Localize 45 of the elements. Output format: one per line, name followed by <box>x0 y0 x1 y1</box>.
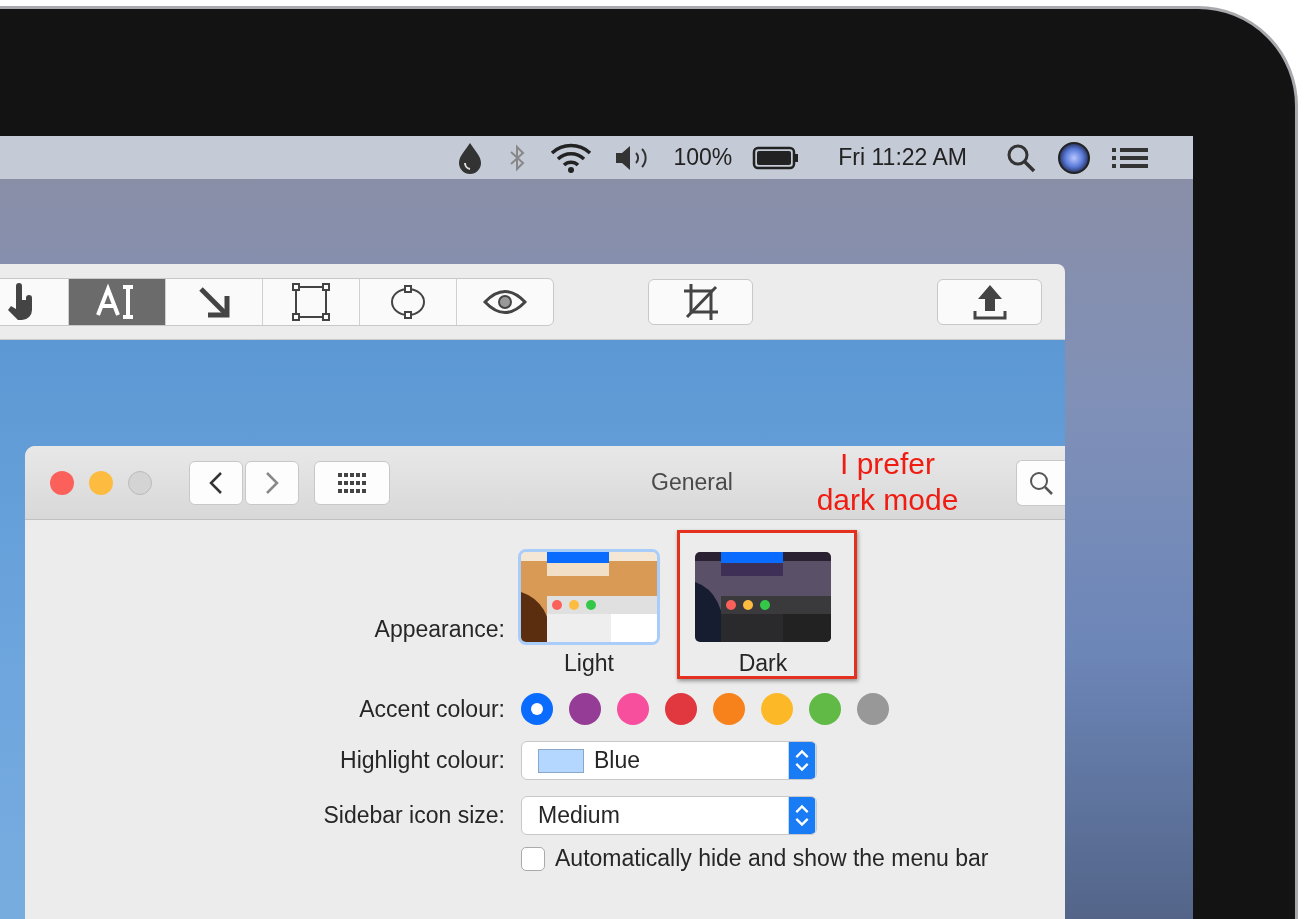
chevron-right-icon <box>265 470 279 495</box>
crop-button[interactable] <box>648 278 753 325</box>
rectangle-icon <box>292 282 330 321</box>
back-button[interactable] <box>189 460 243 505</box>
battery-icon[interactable] <box>752 144 801 171</box>
crop-icon <box>682 282 719 321</box>
checkbox[interactable] <box>521 846 545 871</box>
window-title: General <box>651 469 733 496</box>
accent-colour-swatch[interactable] <box>521 693 553 725</box>
light-mode-thumbnail[interactable] <box>518 549 660 645</box>
accent-colour-swatch[interactable] <box>665 693 697 725</box>
accent-colour-swatch[interactable] <box>713 693 745 725</box>
wifi-icon[interactable] <box>549 141 594 174</box>
annotation-text: I prefer dark mode <box>815 446 960 518</box>
checkbox-label: Automatically hide and show the menu bar <box>555 845 989 872</box>
accent-colour-swatch[interactable] <box>617 693 649 725</box>
stepper-icon <box>788 742 816 779</box>
search-icon <box>1028 469 1054 496</box>
appearance-label: Appearance: <box>374 616 505 643</box>
search-field[interactable] <box>1016 459 1065 506</box>
oval-icon <box>389 282 427 321</box>
siri-icon[interactable] <box>1057 140 1091 175</box>
accent-colour-swatch[interactable] <box>857 693 889 725</box>
sidebar-icon-size-label: Sidebar icon size: <box>323 802 505 829</box>
share-button[interactable] <box>937 278 1042 325</box>
appearance-option-label: Light <box>564 650 614 677</box>
dark-mode-thumbnail[interactable] <box>692 549 834 645</box>
appearance-option-label: Dark <box>738 650 788 677</box>
menu-clock[interactable]: Fri 11:22 AM <box>838 144 967 171</box>
popup-value: Blue <box>594 747 641 774</box>
show-all-button[interactable] <box>314 460 390 505</box>
battery-percentage: 100% <box>673 144 733 171</box>
accent-colour-swatch[interactable] <box>809 693 841 725</box>
sidebar-icon-size-popup[interactable]: Medium <box>521 796 817 835</box>
stepper-icon <box>788 797 816 834</box>
list-icon[interactable] <box>1111 145 1149 170</box>
accent-colour-swatch[interactable] <box>761 693 793 725</box>
accent-colour-label: Accent colour: <box>359 695 505 723</box>
grid-icon <box>337 471 367 494</box>
text-tool-button[interactable] <box>68 278 165 325</box>
popup-value: Medium <box>538 802 620 829</box>
chevron-left-icon <box>209 470 223 495</box>
highlight-colour-popup[interactable]: Blue <box>521 741 817 780</box>
accent-colour-swatch[interactable] <box>569 693 601 725</box>
highlight-colour-label: Highlight colour: <box>340 747 505 774</box>
